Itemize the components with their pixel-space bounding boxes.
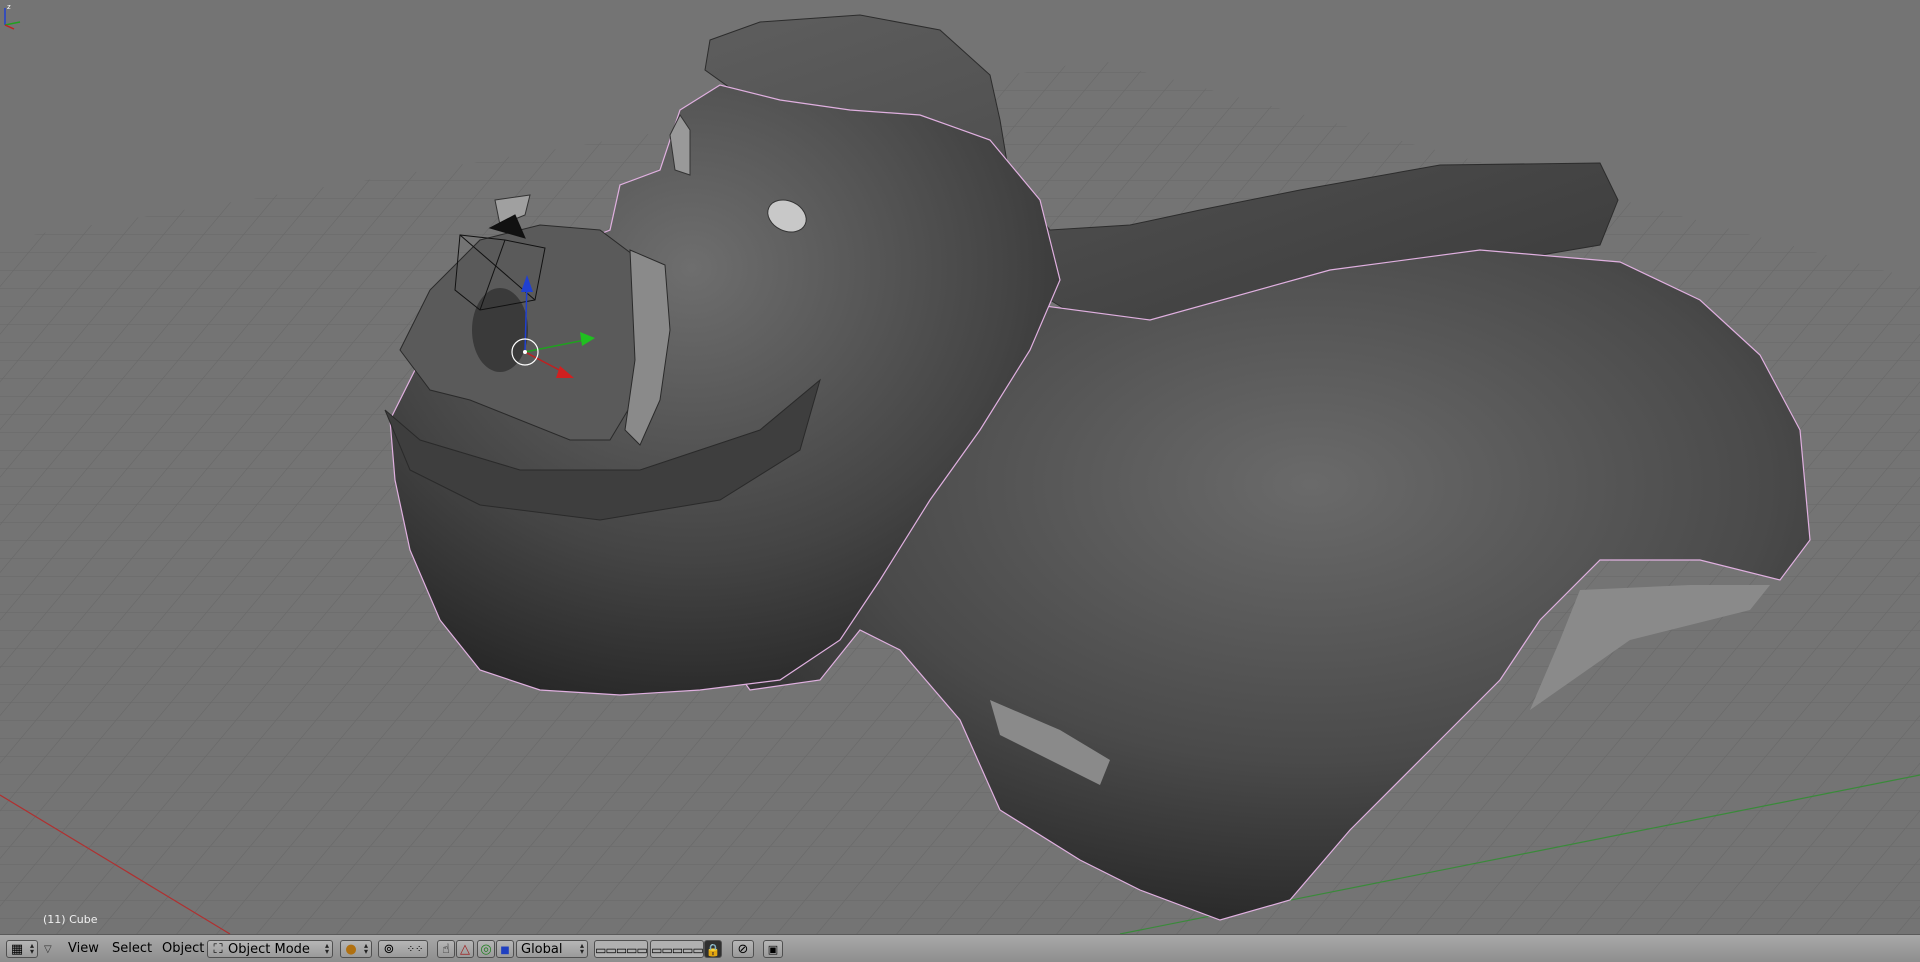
menu-view[interactable]: View [66, 940, 101, 958]
snap-toggle[interactable]: ⊘ [732, 940, 754, 958]
3d-viewport[interactable]: z (11) Cube [0, 0, 1920, 934]
snap-icon: ⊘ [737, 942, 749, 957]
manipulator-toggle[interactable]: ☝ [437, 940, 455, 958]
3d-view-header: ▦ ▴ ▾ ▽ View Select Object ⛶ Object Mode … [0, 934, 1920, 962]
view-axis-widget: z [4, 3, 21, 30]
editor-type-selector[interactable]: ▦ ▴ ▾ [6, 940, 38, 958]
chevron-updown-icon: ▴ ▾ [324, 941, 329, 956]
chevron-updown-icon: ▴ ▾ [29, 941, 34, 956]
viewport-shading-icon: ● [345, 942, 357, 957]
triangle-down-icon: ▽ [44, 944, 52, 955]
header-collapse-toggle[interactable]: ▽ [44, 940, 58, 958]
axis-label-z: z [7, 3, 11, 11]
active-object-label: (11) Cube [43, 913, 98, 926]
orientation-selector[interactable]: Global ▴ ▾ [516, 940, 588, 958]
scale-icon: ■ [500, 945, 510, 956]
layers-block-2[interactable]: ▭▭▭▭▭ [650, 940, 704, 958]
dots-icon: ⁘⁘ [406, 944, 424, 955]
nostril [472, 288, 528, 372]
layers-icon: ▭▭▭▭▭ [595, 943, 648, 957]
scale-toggle[interactable]: ■ [496, 940, 514, 958]
object-mode-icon: ⛶ [213, 942, 223, 957]
manipulator-icon: ☝ [442, 942, 450, 957]
render-preview-button[interactable]: ▣ [763, 940, 783, 958]
rotate-icon: ◎ [480, 942, 492, 957]
grid-icon: ▦ [10, 942, 24, 957]
chevron-updown-icon: ▴ ▾ [363, 941, 368, 956]
mode-value: Object Mode [228, 942, 310, 957]
pivot-icon: ⊚ [383, 942, 395, 957]
translate-icon: △ [460, 942, 470, 957]
lock-icon: 🔒 [705, 943, 721, 957]
pivot-point-selector[interactable]: ⊚ ⁘⁘ [378, 940, 428, 958]
layers-icon: ▭▭▭▭▭ [651, 943, 704, 957]
menu-select[interactable]: Select [110, 940, 154, 958]
mode-selector[interactable]: ⛶ Object Mode ▴ ▾ [207, 940, 333, 958]
viewport-canvas [0, 14, 1920, 934]
render-icon: ▣ [767, 943, 779, 956]
lock-layers-button[interactable]: 🔒 [704, 940, 722, 958]
viewport-shading-selector[interactable]: ● ▴ ▾ [340, 940, 372, 958]
chevron-updown-icon: ▴ ▾ [579, 941, 584, 956]
translate-toggle[interactable]: △ [456, 940, 474, 958]
rotate-toggle[interactable]: ◎ [477, 940, 495, 958]
menu-object[interactable]: Object [160, 940, 206, 958]
orientation-value: Global [521, 942, 563, 957]
layers-block-1[interactable]: ▭▭▭▭▭ [594, 940, 648, 958]
